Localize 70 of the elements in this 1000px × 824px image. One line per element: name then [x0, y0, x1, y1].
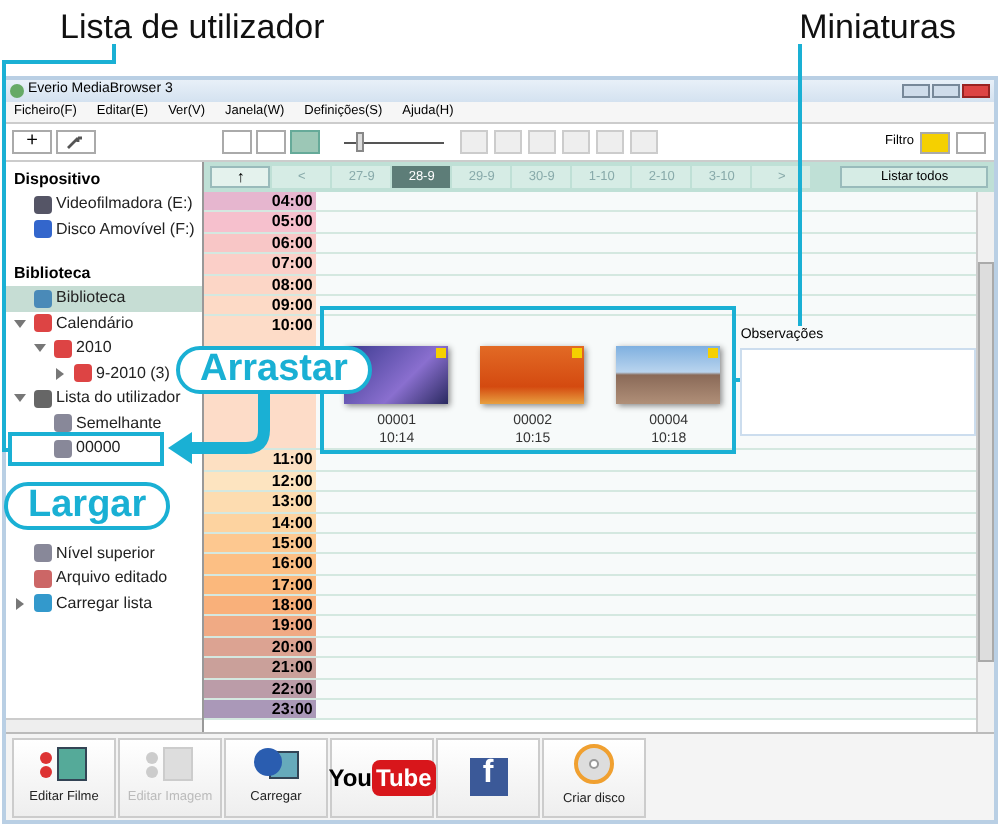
horizontal-scrollbar[interactable] — [6, 718, 203, 732]
section-heading: Biblioteca — [12, 262, 93, 286]
disc-icon — [574, 744, 614, 785]
globe-film-icon — [252, 746, 300, 783]
callout-tooltip: Largar — [4, 482, 171, 530]
tree-item[interactable]: Arquivo editado — [6, 566, 176, 591]
expand-icon[interactable] — [14, 597, 26, 610]
collapse-icon[interactable] — [14, 317, 26, 330]
up-button[interactable]: ↑ — [210, 166, 271, 188]
tree-item[interactable]: Semelhante — [6, 411, 170, 436]
tree-item[interactable]: Calendário — [6, 311, 142, 336]
collapse-icon[interactable] — [34, 342, 46, 355]
tool-button[interactable] — [562, 130, 590, 154]
slider-thumb[interactable] — [355, 132, 364, 152]
tool-button[interactable] — [528, 130, 556, 154]
annotation-heading: Lista de utilizador — [60, 6, 325, 50]
hour-label: 18:00 — [204, 596, 317, 615]
view-mode-button[interactable] — [290, 130, 320, 154]
tree-item[interactable]: Videofilmadora (E:) — [6, 192, 201, 217]
minimize-button[interactable] — [902, 84, 930, 98]
filter-dropdown[interactable] — [920, 131, 950, 153]
zoom-slider[interactable] — [344, 130, 444, 154]
hour-label: 21:00 — [204, 658, 317, 678]
section-heading: Dispositivo — [12, 168, 103, 192]
view-mode-button[interactable] — [256, 130, 286, 154]
hour-label: 04:00 — [204, 192, 317, 211]
hour-label: 11:00 — [204, 450, 317, 470]
scrollbar-thumb[interactable] — [978, 262, 995, 662]
tree-item[interactable]: 9-2010 (3) — [6, 361, 178, 386]
tree-item[interactable]: Nível superior — [6, 541, 163, 566]
tool-button[interactable] — [460, 130, 488, 154]
facebook-logo: f — [469, 758, 507, 796]
annotation-heading: Miniaturas — [799, 6, 956, 50]
notes-field[interactable] — [740, 347, 977, 436]
vertical-scrollbar[interactable] — [976, 192, 995, 732]
close-button[interactable] — [962, 84, 990, 98]
tool-button[interactable] — [494, 130, 522, 154]
add-button[interactable]: + — [12, 130, 52, 154]
youtube-button[interactable]: You Tube — [330, 737, 434, 817]
tool-button[interactable] — [596, 130, 624, 154]
tree-item[interactable]: 2010 — [6, 336, 120, 361]
app-icon — [10, 84, 24, 98]
tree-item[interactable]: Disco Amovível (F:) — [6, 217, 203, 242]
thumbnail-photo[interactable] — [616, 346, 721, 405]
wrench-icon — [66, 135, 86, 149]
sort-dropdown[interactable] — [956, 131, 986, 153]
collapse-icon[interactable] — [14, 392, 26, 405]
callout-tooltip: Arrastar — [176, 346, 372, 394]
marker-icon — [436, 348, 447, 359]
marker-icon — [708, 348, 719, 359]
marker-icon — [572, 348, 583, 359]
tools-button[interactable] — [56, 130, 96, 154]
maximize-button[interactable] — [932, 84, 960, 98]
tree-item[interactable]: 00000 — [6, 436, 129, 461]
expand-icon[interactable] — [54, 367, 66, 380]
tree-item[interactable]: Biblioteca — [6, 286, 203, 311]
tool-button[interactable] — [630, 130, 658, 154]
hour-label: 16:00 — [204, 554, 317, 574]
hour-label: 13:00 — [204, 492, 317, 512]
hour-label: 07:00 — [204, 254, 317, 274]
view-mode-button[interactable] — [222, 130, 252, 154]
hour-label: 23:00 — [204, 700, 317, 719]
youtube-logo: You Tube — [328, 759, 436, 795]
film-scissors-icon — [38, 746, 90, 783]
film-scissors-icon — [144, 746, 196, 783]
hour-label: 19:00 — [204, 616, 317, 636]
facebook-button[interactable]: f — [436, 737, 540, 817]
hour-label: 05:00 — [204, 212, 317, 232]
tree-item[interactable]: Carregar lista — [6, 591, 161, 616]
thumbnail-photo[interactable] — [480, 346, 585, 405]
